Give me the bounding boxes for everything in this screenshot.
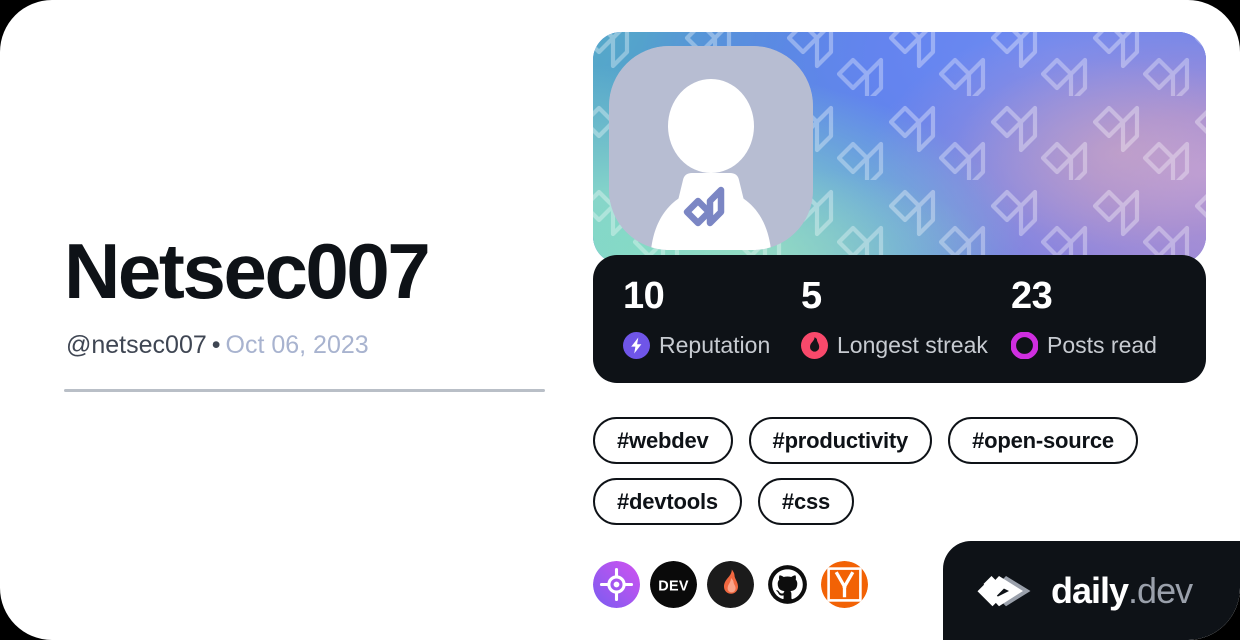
avatar-placeholder-icon: [609, 46, 813, 250]
daily-dev-wordmark: daily.dev: [1051, 569, 1193, 611]
user-handle: @netsec007: [66, 331, 207, 359]
source-icon-dev-to[interactable]: DEV: [650, 561, 697, 608]
sources-list: DEV: [593, 561, 868, 608]
stats-bar: 10 Reputation 5 Longest streak 23 Posts …: [593, 255, 1206, 383]
stat-label: Longest streak: [837, 332, 988, 358]
separator-dot: •: [211, 331, 221, 359]
tag-chip[interactable]: #open-source: [948, 417, 1138, 464]
stat-reputation: 10 Reputation: [623, 277, 770, 359]
hacker-news-icon: [821, 561, 868, 608]
bolt-icon: [623, 332, 650, 359]
divider: [64, 389, 545, 392]
tag-chip[interactable]: #webdev: [593, 417, 733, 464]
cover-image: [593, 32, 1206, 264]
stat-value: 5: [801, 275, 822, 317]
target-icon: [593, 561, 640, 608]
tag-chip[interactable]: #productivity: [748, 417, 933, 464]
tag-chip[interactable]: #css: [757, 478, 855, 525]
source-icon-github[interactable]: [764, 561, 811, 608]
source-icon-hackernews[interactable]: [821, 561, 868, 608]
daily-dev-branding-badge: daily.dev: [943, 541, 1240, 640]
github-icon: [764, 561, 811, 608]
source-icon-target[interactable]: [593, 561, 640, 608]
dev-to-icon: DEV: [650, 561, 697, 608]
stat-value: 10: [623, 275, 665, 317]
ring-icon: [1011, 332, 1038, 359]
joined-date: Oct 06, 2023: [225, 331, 369, 359]
avatar: [609, 46, 813, 250]
svg-text:DEV: DEV: [658, 579, 689, 595]
source-icon-flame[interactable]: [707, 561, 754, 608]
stat-posts-read: 23 Posts read: [1011, 277, 1157, 359]
profile-info-panel: Netsec007 @netsec007 • Oct 06, 2023: [64, 0, 546, 640]
flame-icon: [801, 332, 828, 359]
daily-dev-logo-icon: [977, 575, 1031, 606]
flame-source-icon: [707, 561, 754, 608]
tag-chip[interactable]: #devtools: [593, 478, 742, 525]
wordmark-primary: daily: [1051, 569, 1129, 611]
tags-list: #webdev #productivity #open-source #devt…: [593, 417, 1206, 525]
dev-card: Netsec007 @netsec007 • Oct 06, 2023 10 R…: [0, 0, 1240, 640]
stat-label: Posts read: [1047, 332, 1157, 358]
stat-value: 23: [1011, 275, 1053, 317]
page-title: Netsec007: [64, 227, 431, 315]
handle-and-date-row: @netsec007 • Oct 06, 2023: [66, 333, 369, 358]
wordmark-secondary: .dev: [1128, 569, 1193, 611]
stat-longest-streak: 5 Longest streak: [801, 277, 988, 359]
stat-label: Reputation: [659, 332, 771, 358]
